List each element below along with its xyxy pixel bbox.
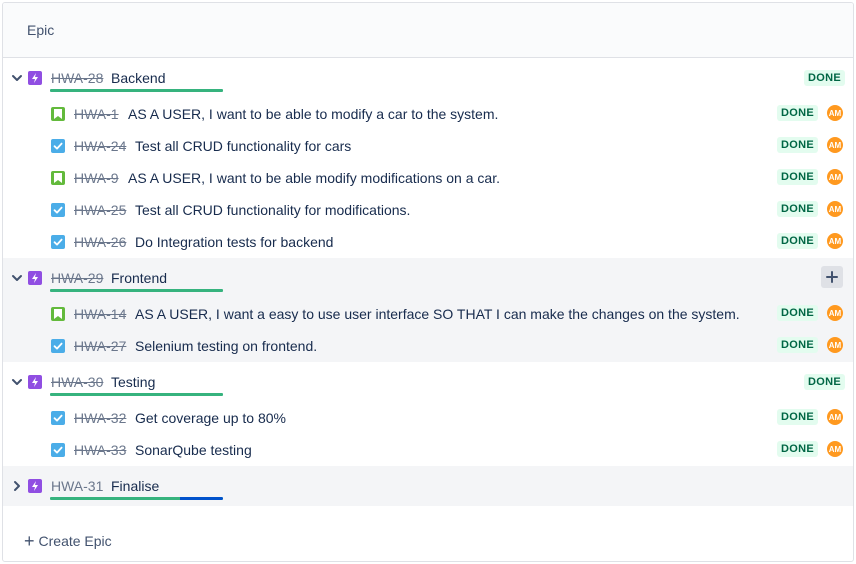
issue-title[interactable]: AS A USER, I want a easy to use user int… <box>135 306 740 322</box>
issue-title[interactable]: SonarQube testing <box>135 442 252 458</box>
status-badge: DONE <box>777 233 818 249</box>
issue-row[interactable]: HWA-25 Test all CRUD functionality for mo… <box>3 194 853 226</box>
epic-progress-bar <box>50 289 223 292</box>
issue-title[interactable]: Test all CRUD functionality for cars <box>135 138 351 154</box>
issue-key[interactable]: HWA-9 <box>74 170 119 186</box>
status-badge: DONE <box>804 70 845 86</box>
assignee-avatar[interactable]: AM <box>827 441 843 457</box>
issue-row[interactable]: HWA-24 Test all CRUD functionality for ca… <box>3 130 853 162</box>
issue-key[interactable]: HWA-25 <box>74 202 126 218</box>
assignee-avatar[interactable]: AM <box>827 305 843 321</box>
chevron-right-icon[interactable] <box>9 478 25 494</box>
epic-progress-bar <box>50 89 223 92</box>
epic-list: HWA-28 Backend DONE HWA-1 AS A USER, I want … <box>3 58 853 506</box>
task-icon <box>51 235 65 249</box>
epic-title[interactable]: Testing <box>111 374 155 390</box>
issue-key[interactable]: HWA-32 <box>74 410 126 426</box>
issue-row[interactable]: HWA-9 AS A USER, I want to be able modify… <box>3 162 853 194</box>
progress-done-segment <box>50 497 180 500</box>
task-icon <box>51 339 65 353</box>
epic-row[interactable]: HWA-30 Testing DONE <box>3 362 853 402</box>
panel-header-label: Epic <box>27 22 55 38</box>
issue-key[interactable]: HWA-27 <box>74 338 126 354</box>
task-icon <box>51 411 65 425</box>
chevron-down-icon[interactable] <box>9 374 25 390</box>
epic-panel: Epic HWA-28 Backend DONE HWA-1 AS A USER, I … <box>2 2 854 562</box>
issue-key[interactable]: HWA-26 <box>74 234 126 250</box>
progress-in-progress-segment <box>180 497 223 500</box>
issue-title[interactable]: Selenium testing on frontend. <box>135 338 317 354</box>
epic-row[interactable]: HWA-29 Frontend <box>3 258 853 298</box>
epic-title[interactable]: Backend <box>111 70 165 86</box>
status-badge: DONE <box>777 169 818 185</box>
progress-done-segment <box>50 289 223 292</box>
plus-icon: + <box>24 531 35 551</box>
epic-progress-bar <box>50 497 223 500</box>
issue-key[interactable]: HWA-24 <box>74 138 126 154</box>
issue-row[interactable]: HWA-32 Get coverage up to 80% DONE AM <box>3 402 853 434</box>
epic-icon <box>28 375 42 389</box>
progress-done-segment <box>50 393 223 396</box>
issue-key[interactable]: HWA-14 <box>74 306 126 322</box>
issue-title[interactable]: Test all CRUD functionality for modifica… <box>135 202 410 218</box>
epic-icon <box>28 71 42 85</box>
epic-row[interactable]: HWA-31 Finalise <box>3 466 853 506</box>
status-badge: DONE <box>777 137 818 153</box>
status-badge: DONE <box>777 305 818 321</box>
task-icon <box>51 139 65 153</box>
epic-row[interactable]: HWA-28 Backend DONE <box>3 58 853 98</box>
epic-key[interactable]: HWA-28 <box>51 70 103 86</box>
issue-title[interactable]: Get coverage up to 80% <box>135 410 286 426</box>
issue-key[interactable]: HWA-1 <box>74 106 119 122</box>
assignee-avatar[interactable]: AM <box>827 201 843 217</box>
issue-row[interactable]: HWA-1 AS A USER, I want to be able to mod… <box>3 98 853 130</box>
issue-title[interactable]: Do Integration tests for backend <box>135 234 333 250</box>
epic-title[interactable]: Finalise <box>111 478 159 494</box>
epic-key[interactable]: HWA-30 <box>51 374 103 390</box>
epic-progress-bar <box>50 393 223 396</box>
panel-header: Epic <box>3 3 853 58</box>
create-epic-button[interactable]: + Create Epic <box>24 532 112 550</box>
issue-title[interactable]: AS A USER, I want to be able to modify a… <box>128 106 498 122</box>
issue-row[interactable]: HWA-26 Do Integration tests for backend DO… <box>3 226 853 258</box>
epic-key[interactable]: HWA-31 <box>51 478 103 494</box>
status-badge: DONE <box>777 105 818 121</box>
story-icon <box>51 307 65 321</box>
assignee-avatar[interactable]: AM <box>827 233 843 249</box>
chevron-down-icon[interactable] <box>9 70 25 86</box>
issue-row[interactable]: HWA-27 Selenium testing on frontend. DONE A… <box>3 330 853 362</box>
epic-icon <box>28 271 42 285</box>
story-icon <box>51 107 65 121</box>
progress-done-segment <box>50 89 223 92</box>
task-icon <box>51 203 65 217</box>
epic-key[interactable]: HWA-29 <box>51 270 103 286</box>
assignee-avatar[interactable]: AM <box>827 105 843 121</box>
status-badge: DONE <box>777 201 818 217</box>
status-badge: DONE <box>777 409 818 425</box>
epic-icon <box>28 479 42 493</box>
add-issue-button[interactable] <box>821 266 843 288</box>
assignee-avatar[interactable]: AM <box>827 137 843 153</box>
status-badge: DONE <box>804 374 845 390</box>
status-badge: DONE <box>777 441 818 457</box>
task-icon <box>51 443 65 457</box>
status-badge: DONE <box>777 337 818 353</box>
chevron-down-icon[interactable] <box>9 270 25 286</box>
assignee-avatar[interactable]: AM <box>827 409 843 425</box>
issue-key[interactable]: HWA-33 <box>74 442 126 458</box>
issue-row[interactable]: HWA-33 SonarQube testing DONE AM <box>3 434 853 466</box>
assignee-avatar[interactable]: AM <box>827 169 843 185</box>
create-epic-label: Create Epic <box>38 533 112 549</box>
epic-title[interactable]: Frontend <box>111 270 167 286</box>
issue-row[interactable]: HWA-14 AS A USER, I want a easy to use us… <box>3 298 853 330</box>
issue-title[interactable]: AS A USER, I want to be able modify modi… <box>128 170 500 186</box>
story-icon <box>51 171 65 185</box>
assignee-avatar[interactable]: AM <box>827 337 843 353</box>
